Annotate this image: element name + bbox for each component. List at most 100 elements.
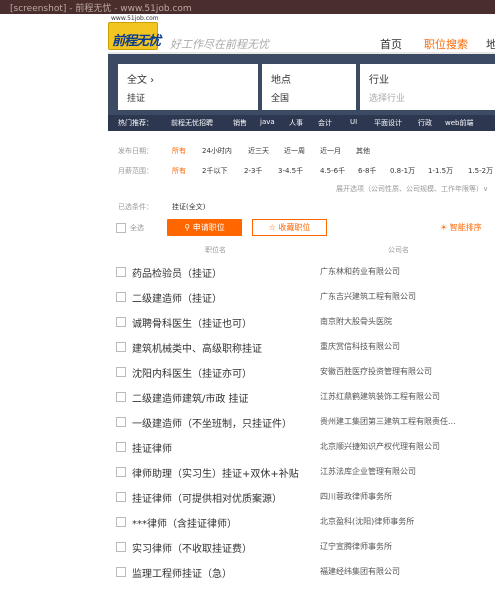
industry-label: 行业 <box>369 75 389 86</box>
job-row[interactable]: 监理工程师挂证（急） 福建经纬集团有限公司 <box>108 559 495 584</box>
job-title[interactable]: ***律师（含挂证律师） <box>132 515 237 530</box>
select-all-label: 全选 <box>130 224 144 232</box>
job-title[interactable]: 建筑机械类中、高级职称挂证 <box>132 340 262 355</box>
job-row[interactable]: 挂证律师 北京顺兴捷知识产权代理有限公司 <box>108 434 495 459</box>
salary-option[interactable]: 3-4.5千 <box>278 166 303 176</box>
lightbulb-icon: ☀ <box>440 223 448 232</box>
date-option[interactable]: 24小时内 <box>202 146 232 156</box>
job-company[interactable]: 辽宁宣腾律师事务所 <box>320 541 392 552</box>
job-title[interactable]: 二级建造师（挂证） <box>132 290 222 305</box>
job-title[interactable]: 药品检验员（挂证） <box>132 265 222 280</box>
salary-option[interactable]: 0.8-1万 <box>390 166 415 176</box>
date-option[interactable]: 近一周 <box>284 146 305 156</box>
hot-link[interactable]: web前端 <box>445 118 473 128</box>
hot-link[interactable]: 人事 <box>289 118 303 128</box>
job-checkbox[interactable] <box>116 367 126 377</box>
date-option[interactable]: 所有 <box>172 146 186 156</box>
job-title[interactable]: 一级建造师（不坐班制，只挂证件） <box>132 415 292 430</box>
industry-field[interactable]: 行业 选择行业 <box>360 64 495 110</box>
salary-option[interactable]: 2-3千 <box>244 166 262 176</box>
column-company: 公司名 <box>388 246 409 254</box>
browser-tab-text: [screenshot] - 前程无忧 - www.51job.com <box>10 4 192 14</box>
apply-job-button[interactable]: ⚲ 申请职位 <box>167 219 242 236</box>
salary-option[interactable]: 6-8千 <box>358 166 376 176</box>
job-title[interactable]: 挂证律师 <box>132 440 172 455</box>
logo-text: 前程无忧 <box>112 34 161 49</box>
location-value: 全国 <box>271 94 290 104</box>
hot-link[interactable]: 会计 <box>318 118 332 128</box>
job-checkbox[interactable] <box>116 442 126 452</box>
job-title[interactable]: 挂证律师（可提供相对优质案源） <box>132 490 282 505</box>
job-checkbox[interactable] <box>116 567 126 577</box>
expand-options-link[interactable]: 展开选项（公司性质、公司规模、工作年限等）∨ <box>336 184 488 194</box>
job-row[interactable]: ***律师（含挂证律师） 北京盈科(沈阳)律师事务所 <box>108 509 495 534</box>
job-checkbox[interactable] <box>116 292 126 302</box>
job-company[interactable]: 四川蓉政律师事务所 <box>320 491 392 502</box>
favorite-job-button[interactable]: ☆ 收藏职位 <box>252 219 327 236</box>
date-filter-label: 发布日期： <box>118 147 153 155</box>
job-title[interactable]: 二级建造师建筑/市政 挂证 <box>132 390 249 405</box>
date-option[interactable]: 其他 <box>356 146 370 156</box>
hot-recommend-bar: 热门推荐： 前程无忧招聘 销售 java 人事 会计 UI 平面设计 行政 we… <box>108 115 495 131</box>
nav-job-search[interactable]: 职位搜索 <box>424 36 468 52</box>
job-company[interactable]: 贵州建工集团第三建筑工程有限责任... <box>320 416 456 427</box>
job-checkbox[interactable] <box>116 317 126 327</box>
job-company[interactable]: 安徽百胜医疗投资管理有限公司 <box>320 366 432 377</box>
job-title[interactable]: 实习律师（不收取挂证费） <box>132 540 252 555</box>
left-margin <box>0 52 108 589</box>
job-checkbox[interactable] <box>116 392 126 402</box>
job-company[interactable]: 江苏法库企业管理有限公司 <box>320 466 416 477</box>
salary-option[interactable]: 1.5-2万 <box>468 166 493 176</box>
keyword-label: 全文 › <box>127 75 155 86</box>
date-option[interactable]: 近三天 <box>248 146 269 156</box>
job-checkbox[interactable] <box>116 467 126 477</box>
job-row[interactable]: 诚聘骨科医生（挂证也可） 南京附大股骨头医院 <box>108 309 495 334</box>
job-row[interactable]: 二级建造师（挂证） 广东吉兴建筑工程有限公司 <box>108 284 495 309</box>
job-checkbox[interactable] <box>116 267 126 277</box>
job-row[interactable]: 挂证律师（可提供相对优质案源） 四川蓉政律师事务所 <box>108 484 495 509</box>
job-row[interactable]: 药品检验员（挂证） 广东林和药业有限公司 <box>108 259 495 284</box>
job-title[interactable]: 沈阳内科医生（挂证亦可） <box>132 365 252 380</box>
job-row[interactable]: 二级建造师建筑/市政 挂证 江苏红鼎鹤建筑装饰工程有限公司 <box>108 384 495 409</box>
job-checkbox[interactable] <box>116 342 126 352</box>
date-option[interactable]: 近一月 <box>320 146 341 156</box>
job-title[interactable]: 诚聘骨科医生（挂证也可） <box>132 315 252 330</box>
salary-option[interactable]: 4.5-6千 <box>320 166 345 176</box>
hot-link[interactable]: 销售 <box>233 118 247 128</box>
nav-home[interactable]: 首页 <box>380 36 402 52</box>
job-checkbox[interactable] <box>116 517 126 527</box>
salary-option[interactable]: 所有 <box>172 166 186 176</box>
job-company[interactable]: 广东吉兴建筑工程有限公司 <box>320 291 416 302</box>
job-company[interactable]: 广东林和药业有限公司 <box>320 266 400 277</box>
user-icon: ⚲ <box>184 223 191 232</box>
select-all-checkbox[interactable] <box>116 223 126 233</box>
salary-option[interactable]: 2千以下 <box>202 166 227 176</box>
job-checkbox[interactable] <box>116 542 126 552</box>
hot-link[interactable]: java <box>260 118 275 126</box>
keyword-field[interactable]: 全文 › 挂证 <box>118 64 258 110</box>
job-row[interactable]: 实习律师（不收取挂证费） 辽宁宣腾律师事务所 <box>108 534 495 559</box>
nav-more[interactable]: 地 <box>486 36 495 52</box>
hot-link[interactable]: 行政 <box>418 118 432 128</box>
job-checkbox[interactable] <box>116 417 126 427</box>
job-row[interactable]: 建筑机械类中、高级职称挂证 重庆赏信科技有限公司 <box>108 334 495 359</box>
hot-link[interactable]: 平面设计 <box>374 118 402 128</box>
job-company[interactable]: 福建经纬集团有限公司 <box>320 566 400 577</box>
job-company[interactable]: 北京盈科(沈阳)律师事务所 <box>320 516 414 527</box>
smart-sort-button[interactable]: ☀ 智能排序 <box>440 222 482 233</box>
job-row[interactable]: 律师助理（实习生）挂证+双休+补贴 江苏法库企业管理有限公司 <box>108 459 495 484</box>
job-row[interactable]: 沈阳内科医生（挂证亦可） 安徽百胜医疗投资管理有限公司 <box>108 359 495 384</box>
favorite-label: 收藏职位 <box>278 223 311 232</box>
job-title[interactable]: 律师助理（实习生）挂证+双休+补贴 <box>132 465 299 480</box>
job-company[interactable]: 重庆赏信科技有限公司 <box>320 341 400 352</box>
job-company[interactable]: 北京顺兴捷知识产权代理有限公司 <box>320 441 440 452</box>
job-company[interactable]: 江苏红鼎鹤建筑装饰工程有限公司 <box>320 391 440 402</box>
job-company[interactable]: 南京附大股骨头医院 <box>320 316 392 327</box>
job-checkbox[interactable] <box>116 492 126 502</box>
job-row[interactable]: 一级建造师（不坐班制，只挂证件） 贵州建工集团第三建筑工程有限责任... <box>108 409 495 434</box>
hot-link[interactable]: 前程无忧招聘 <box>171 118 213 128</box>
job-title[interactable]: 监理工程师挂证（急） <box>132 565 232 580</box>
salary-option[interactable]: 1-1.5万 <box>428 166 453 176</box>
hot-link[interactable]: UI <box>350 118 357 126</box>
location-field[interactable]: 地点 全国 <box>262 64 356 110</box>
